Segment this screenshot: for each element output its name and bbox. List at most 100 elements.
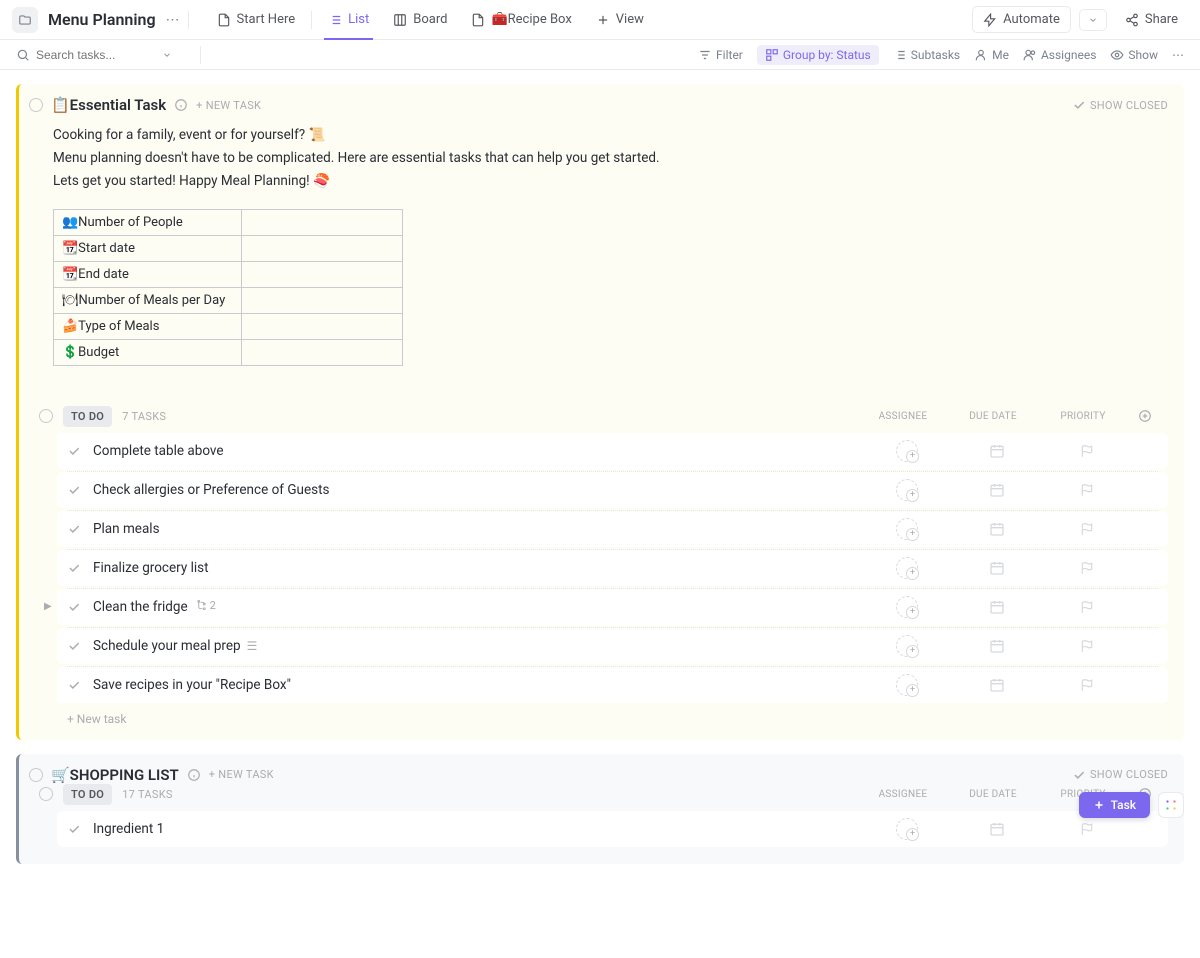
assignee-cell[interactable] — [862, 479, 952, 501]
priority-cell[interactable] — [1042, 818, 1132, 840]
due-date-cell[interactable] — [952, 818, 1042, 840]
section-title[interactable]: 📋Essential Task — [51, 96, 166, 114]
view-tab-list[interactable]: List — [316, 0, 381, 40]
task-row[interactable]: Schedule your meal prep☰ — [57, 628, 1168, 664]
assignee-cell[interactable] — [862, 635, 952, 657]
show-closed-button[interactable]: SHOW CLOSED — [1072, 768, 1168, 782]
add-column-button[interactable] — [1138, 409, 1168, 423]
priority-cell[interactable] — [1042, 557, 1132, 579]
status-badge[interactable]: TO DO — [63, 406, 112, 427]
task-check-icon[interactable] — [67, 678, 81, 692]
task-check-icon[interactable] — [67, 639, 81, 653]
assignee-cell[interactable] — [862, 440, 952, 462]
priority-cell[interactable] — [1042, 674, 1132, 696]
assignee-add-icon[interactable] — [896, 818, 918, 840]
task-row[interactable]: Complete table above — [57, 433, 1168, 469]
table-row[interactable]: 📆End date — [54, 261, 403, 287]
priority-cell[interactable] — [1042, 479, 1132, 501]
show-closed-button[interactable]: SHOW CLOSED — [1072, 98, 1168, 112]
col-header[interactable]: DUE DATE — [948, 411, 1038, 422]
expand-caret-icon[interactable]: ▶ — [44, 601, 52, 612]
task-check-icon[interactable] — [67, 822, 81, 836]
info-icon[interactable] — [187, 768, 201, 782]
due-date-cell[interactable] — [952, 479, 1042, 501]
assignee-cell[interactable] — [862, 596, 952, 618]
automate-button[interactable]: Automate — [972, 6, 1071, 33]
task-row[interactable]: Check allergies or Preference of Guests — [57, 472, 1168, 508]
task-check-icon[interactable] — [67, 444, 81, 458]
table-row[interactable]: 💲Budget — [54, 339, 403, 365]
apps-fab[interactable] — [1158, 792, 1184, 818]
view-tab-starthere[interactable]: Start Here — [205, 0, 308, 40]
task-check-icon[interactable] — [67, 600, 81, 614]
due-date-cell[interactable] — [952, 674, 1042, 696]
table-row[interactable]: 🍰Type of Meals — [54, 313, 403, 339]
due-date-cell[interactable] — [952, 557, 1042, 579]
col-header[interactable]: PRIORITY — [1038, 411, 1128, 422]
task-name[interactable]: Plan meals — [93, 521, 862, 537]
status-circle-icon[interactable] — [39, 787, 53, 801]
page-title[interactable]: Menu Planning — [48, 10, 156, 29]
status-badge[interactable]: TO DO — [63, 784, 112, 805]
priority-cell[interactable] — [1042, 440, 1132, 462]
task-check-icon[interactable] — [67, 483, 81, 497]
due-date-cell[interactable] — [952, 596, 1042, 618]
assignee-add-icon[interactable] — [896, 479, 918, 501]
table-row[interactable]: 👥Number of People — [54, 209, 403, 235]
new-task-header-button[interactable]: + NEW TASK — [196, 99, 261, 112]
priority-cell[interactable] — [1042, 635, 1132, 657]
assignee-add-icon[interactable] — [896, 440, 918, 462]
assignee-cell[interactable] — [862, 518, 952, 540]
col-header[interactable]: DUE DATE — [948, 789, 1038, 800]
task-name[interactable]: Schedule your meal prep☰ — [93, 638, 862, 654]
title-more-icon[interactable]: ⋯ — [162, 12, 184, 28]
priority-cell[interactable] — [1042, 596, 1132, 618]
assignee-add-icon[interactable] — [896, 518, 918, 540]
priority-cell[interactable] — [1042, 518, 1132, 540]
planning-table[interactable]: 👥Number of People📆Start date📆End date🍽Nu… — [53, 209, 403, 366]
assignees-button[interactable]: Assignees — [1023, 48, 1096, 62]
search-box[interactable] — [16, 48, 196, 62]
table-row[interactable]: 🍽Number of Meals per Day — [54, 287, 403, 313]
task-name[interactable]: Ingredient 1 — [93, 821, 862, 837]
info-icon[interactable] — [174, 98, 188, 112]
description-icon[interactable]: ☰ — [247, 639, 258, 653]
task-name[interactable]: Complete table above — [93, 443, 862, 459]
me-button[interactable]: Me — [974, 48, 1009, 62]
assignee-add-icon[interactable] — [896, 635, 918, 657]
col-header[interactable]: ASSIGNEE — [858, 789, 948, 800]
view-tab-board[interactable]: Board — [381, 0, 459, 40]
automate-chevron-button[interactable] — [1079, 9, 1107, 31]
group-by-button[interactable]: Group by: Status — [757, 45, 879, 65]
task-name[interactable]: Save recipes in your "Recipe Box" — [93, 677, 862, 693]
show-button[interactable]: Show — [1110, 48, 1158, 62]
task-row[interactable]: Finalize grocery list — [57, 550, 1168, 586]
task-check-icon[interactable] — [67, 561, 81, 575]
assignee-cell[interactable] — [862, 674, 952, 696]
subtasks-button[interactable]: Subtasks — [893, 48, 960, 62]
task-check-icon[interactable] — [67, 522, 81, 536]
filter-button[interactable]: Filter — [698, 48, 743, 62]
status-circle-icon[interactable] — [29, 768, 43, 782]
assignee-cell[interactable] — [862, 818, 952, 840]
col-header[interactable]: ASSIGNEE — [858, 411, 948, 422]
folder-icon[interactable] — [12, 7, 38, 33]
due-date-cell[interactable] — [952, 518, 1042, 540]
share-button[interactable]: Share — [1115, 7, 1188, 32]
view-tab-recipebox[interactable]: 🧰Recipe Box — [459, 0, 583, 40]
table-row[interactable]: 📆Start date — [54, 235, 403, 261]
due-date-cell[interactable] — [952, 635, 1042, 657]
assignee-add-icon[interactable] — [896, 674, 918, 696]
task-name[interactable]: Check allergies or Preference of Guests — [93, 482, 862, 498]
status-circle-icon[interactable] — [39, 409, 53, 423]
new-task-fab[interactable]: Task — [1079, 792, 1150, 818]
new-task-row[interactable]: + New task — [29, 706, 1168, 726]
more-icon[interactable]: ⋯ — [1172, 48, 1184, 62]
task-row[interactable]: ▶ Clean the fridge2 — [57, 589, 1168, 625]
search-input[interactable] — [36, 48, 156, 62]
view-tab-view[interactable]: View — [584, 0, 656, 40]
assignee-add-icon[interactable] — [896, 557, 918, 579]
task-row[interactable]: Plan meals — [57, 511, 1168, 547]
task-row[interactable]: Ingredient 1 — [57, 811, 1168, 847]
chevron-down-icon[interactable] — [162, 50, 172, 60]
